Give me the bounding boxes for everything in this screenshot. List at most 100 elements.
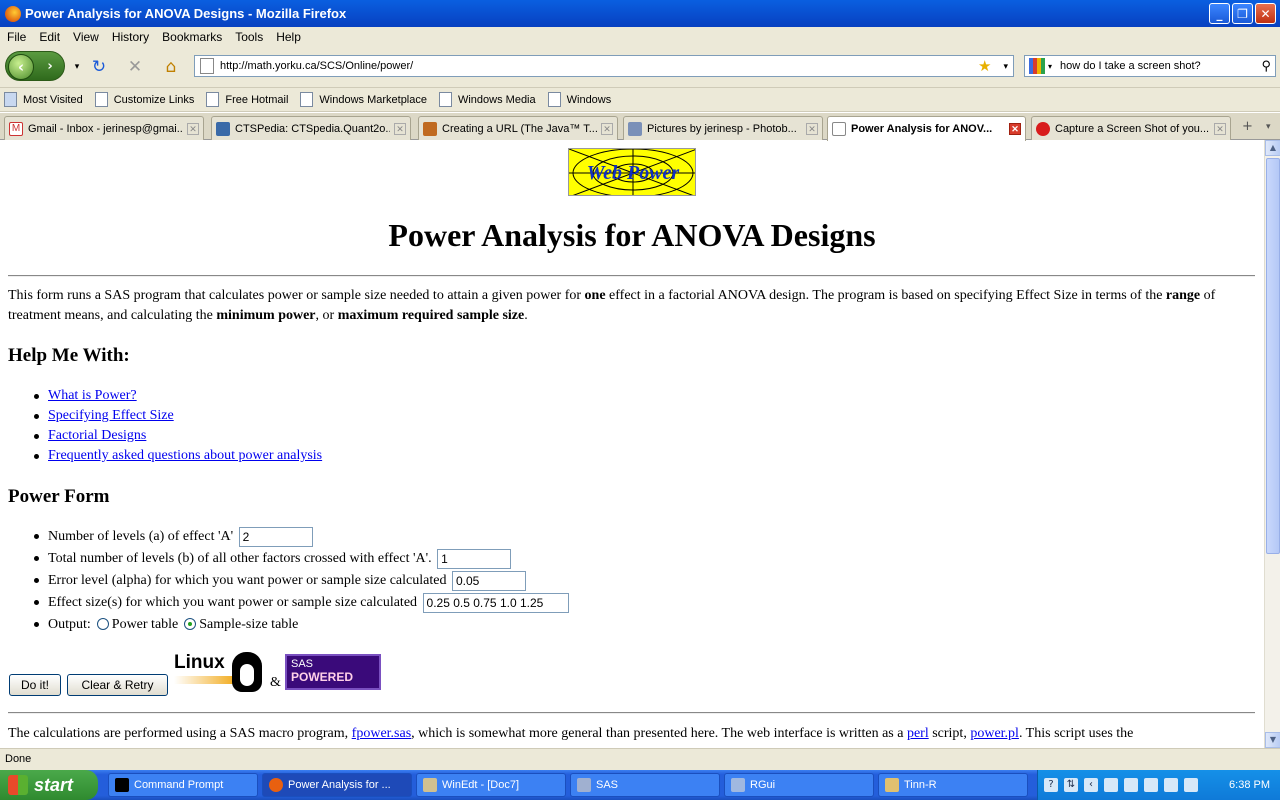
- link-factorial-designs[interactable]: Factorial Designs: [48, 428, 146, 443]
- logo-text: Web Power: [586, 162, 680, 184]
- tab-ctspedia[interactable]: CTSPedia: CTSpedia.Quant2o... ✕: [211, 116, 411, 140]
- shield-icon[interactable]: [1164, 778, 1178, 792]
- menu-history[interactable]: History: [105, 30, 155, 44]
- list-item: Effect size(s) for which you want power …: [34, 592, 569, 614]
- footer-paragraph: The calculations are performed using a S…: [8, 726, 1134, 741]
- close-button[interactable]: ✕: [1255, 3, 1276, 24]
- url-dropdown-icon[interactable]: ▾: [1003, 61, 1008, 72]
- google-icon[interactable]: [1029, 58, 1045, 74]
- forward-button[interactable]: ›: [39, 57, 61, 77]
- taskbar-sas[interactable]: SAS: [570, 773, 720, 797]
- tab-close-icon[interactable]: ✕: [1009, 123, 1021, 135]
- link-faq-power-analysis[interactable]: Frequently asked questions about power a…: [48, 448, 322, 463]
- link-fpower-sas[interactable]: fpower.sas: [352, 726, 412, 741]
- help-icon[interactable]: ?: [1044, 778, 1058, 792]
- alpha-input[interactable]: 0.05: [451, 570, 526, 591]
- stop-icon[interactable]: ✕: [124, 57, 146, 77]
- tab-java-url[interactable]: Creating a URL (The Java™ T... ✕: [418, 116, 618, 140]
- clear-retry-button[interactable]: Clear & Retry: [67, 674, 168, 696]
- scroll-thumb[interactable]: [1266, 158, 1280, 554]
- minimize-button[interactable]: _: [1209, 3, 1230, 24]
- search-bar[interactable]: ▾ how do I take a screen shot? ⚲: [1024, 55, 1276, 77]
- tab-close-icon[interactable]: ✕: [394, 122, 406, 135]
- link-specifying-effect-size[interactable]: Specifying Effect Size: [48, 408, 174, 423]
- back-button[interactable]: ‹: [8, 54, 34, 80]
- printer-icon[interactable]: [1104, 778, 1118, 792]
- link-perl[interactable]: perl: [907, 726, 929, 741]
- history-dropdown-icon[interactable]: ▾: [66, 57, 88, 77]
- address-bar[interactable]: http://math.yorku.ca/SCS/Online/power/ ★…: [194, 55, 1014, 77]
- maximize-button[interactable]: ❐: [1232, 3, 1253, 24]
- bookmark-windows-media[interactable]: Windows Media: [438, 92, 536, 107]
- search-icon[interactable]: ⚲: [1261, 58, 1271, 74]
- tinn-r-icon: [885, 778, 899, 792]
- taskbar-command-prompt[interactable]: Command Prompt: [108, 773, 258, 797]
- tab-close-icon[interactable]: ✕: [806, 122, 818, 135]
- ampersand: &: [270, 675, 281, 690]
- tab-close-icon[interactable]: ✕: [601, 122, 613, 135]
- intro-paragraph: This form runs a SAS program that calcul…: [8, 288, 1216, 323]
- gmail-icon: M: [9, 121, 23, 136]
- penguin-icon: [232, 652, 262, 692]
- taskbar-tinn-r[interactable]: Tinn-R: [878, 773, 1028, 797]
- menu-bar: File Edit View History Bookmarks Tools H…: [0, 27, 1280, 46]
- bookmark-windows-marketplace[interactable]: Windows Marketplace: [300, 92, 427, 107]
- page-icon: [438, 92, 452, 107]
- tab-close-icon[interactable]: ✕: [1214, 122, 1226, 135]
- sample-size-table-radio[interactable]: [184, 617, 197, 630]
- link-power-pl[interactable]: power.pl: [970, 726, 1019, 741]
- new-tab-icon[interactable]: +: [1242, 119, 1253, 134]
- sas-icon: [577, 778, 591, 792]
- tab-list-icon[interactable]: ▾: [1266, 122, 1271, 132]
- do-it-button[interactable]: Do it!: [9, 674, 61, 696]
- network-icon[interactable]: ⇅: [1064, 778, 1078, 792]
- search-input[interactable]: how do I take a screen shot?: [1060, 60, 1261, 72]
- tab-power-analysis[interactable]: Power Analysis for ANOV... ✕: [827, 116, 1026, 141]
- levels-a-input[interactable]: 2: [238, 526, 313, 547]
- page-content: Web Power Power Analysis for ANOVA Desig…: [0, 140, 1264, 748]
- page-icon: [206, 92, 220, 107]
- folder-icon: [4, 92, 17, 107]
- bookmark-most-visited[interactable]: Most Visited: [4, 92, 83, 107]
- divider: [8, 275, 1255, 277]
- url-text[interactable]: http://math.yorku.ca/SCS/Online/power/: [220, 60, 978, 72]
- bookmark-free-hotmail[interactable]: Free Hotmail: [206, 92, 288, 107]
- search-engine-dropdown-icon[interactable]: ▾: [1048, 62, 1052, 71]
- menu-bookmarks[interactable]: Bookmarks: [155, 30, 228, 44]
- web-power-logo: Web Power: [568, 148, 696, 196]
- reload-icon[interactable]: ↻: [88, 57, 110, 77]
- tab-gmail[interactable]: M Gmail - Inbox - jerinesp@gmai... ✕: [4, 116, 204, 140]
- taskbar-rgui[interactable]: RGui: [724, 773, 874, 797]
- bookmark-windows[interactable]: Windows: [547, 92, 611, 107]
- link-what-is-power[interactable]: What is Power?: [48, 388, 137, 403]
- page-icon: [200, 58, 214, 74]
- tray-expand-icon[interactable]: ‹: [1084, 778, 1098, 792]
- tab-photobucket[interactable]: Pictures by jerinesp - Photob... ✕: [623, 116, 823, 140]
- menu-view[interactable]: View: [66, 30, 105, 44]
- window-titlebar: Power Analysis for ANOVA Designs - Mozil…: [0, 0, 1280, 27]
- winedt-icon: [423, 778, 437, 792]
- levels-b-input[interactable]: 1: [437, 548, 512, 569]
- start-button[interactable]: start: [0, 770, 98, 800]
- scroll-down-icon[interactable]: ▼: [1265, 732, 1280, 748]
- menu-file[interactable]: File: [0, 30, 32, 44]
- bookmark-customize-links[interactable]: Customize Links: [94, 92, 194, 107]
- menu-tools[interactable]: Tools: [228, 30, 269, 44]
- taskbar-winedt[interactable]: WinEdt - [Doc7]: [416, 773, 566, 797]
- tab-close-icon[interactable]: ✕: [187, 122, 199, 135]
- power-table-radio[interactable]: [96, 617, 109, 630]
- effect-size-input[interactable]: 0.25 0.5 0.75 1.0 1.25: [422, 592, 569, 613]
- menu-edit[interactable]: Edit: [32, 30, 66, 44]
- signal-icon[interactable]: [1144, 778, 1158, 792]
- tab-capture-screen-shot[interactable]: Capture a Screen Shot of you... ✕: [1031, 116, 1231, 140]
- update-icon[interactable]: [1184, 778, 1198, 792]
- menu-help[interactable]: Help: [269, 30, 307, 44]
- page-icon: [547, 92, 561, 107]
- vertical-scrollbar[interactable]: ▲ ▼: [1264, 140, 1280, 748]
- taskbar-firefox[interactable]: Power Analysis for ...: [262, 773, 412, 797]
- home-icon[interactable]: ⌂: [160, 57, 182, 77]
- volume-icon[interactable]: [1124, 778, 1138, 792]
- scroll-up-icon[interactable]: ▲: [1265, 140, 1280, 156]
- bookmark-star-icon[interactable]: ★: [978, 57, 991, 75]
- help-links-list: What is Power? Specifying Effect Size Fa…: [34, 386, 322, 466]
